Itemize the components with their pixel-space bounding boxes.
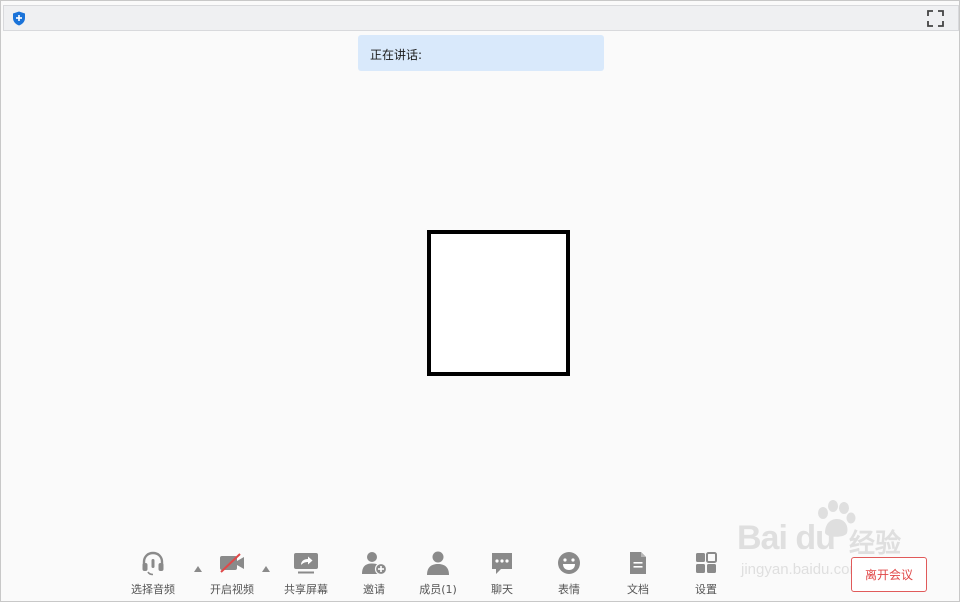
emoji-label: 表情 xyxy=(558,583,580,596)
add-user-icon xyxy=(362,552,387,576)
leave-meeting-button[interactable]: 离开会议 xyxy=(851,557,927,592)
settings-button[interactable]: 设置 xyxy=(686,549,726,599)
speaking-indicator: 正在讲话: xyxy=(358,35,604,71)
audio-options-caret-icon[interactable] xyxy=(193,565,203,573)
smile-icon xyxy=(558,552,580,574)
audio-label: 选择音频 xyxy=(131,583,175,596)
invite-label: 邀请 xyxy=(363,583,385,596)
shield-icon[interactable] xyxy=(12,11,26,26)
document-icon xyxy=(630,552,646,574)
invite-button[interactable]: 邀请 xyxy=(354,549,394,599)
paw-icon xyxy=(818,500,856,537)
share-screen-icon xyxy=(294,553,318,574)
video-label: 开启视频 xyxy=(210,583,254,596)
share-screen-button[interactable]: 共享屏幕 xyxy=(280,549,332,599)
chat-label: 聊天 xyxy=(491,583,513,596)
video-button[interactable]: 开启视频 xyxy=(206,549,258,599)
video-placeholder xyxy=(427,230,570,376)
docs-button[interactable]: 文档 xyxy=(618,549,658,599)
video-options-caret-icon[interactable] xyxy=(261,565,271,573)
grid-icon xyxy=(696,552,717,573)
audio-button[interactable]: 选择音频 xyxy=(127,549,179,599)
members-label: 成员(1) xyxy=(419,583,457,596)
docs-label: 文档 xyxy=(627,583,649,596)
share-screen-label: 共享屏幕 xyxy=(284,583,328,596)
headset-icon xyxy=(142,551,164,576)
chat-button[interactable]: 聊天 xyxy=(482,549,522,599)
speaking-label: 正在讲话: xyxy=(370,48,423,62)
video-off-icon xyxy=(220,553,244,573)
settings-label: 设置 xyxy=(695,583,717,596)
fullscreen-icon[interactable] xyxy=(927,10,944,27)
meeting-toolbar: 选择音频 开启视频 共享屏幕 邀请 成员(1) 聊天 表情 文档 设置 xyxy=(1,549,960,602)
meeting-window: 正在讲话: 选择音频 开启视频 共享屏幕 邀请 成员(1) 聊天 表情 文档 设… xyxy=(0,0,960,602)
chat-icon xyxy=(492,553,512,574)
members-button[interactable]: 成员(1) xyxy=(415,549,461,599)
user-icon xyxy=(427,551,449,575)
emoji-button[interactable]: 表情 xyxy=(549,549,589,599)
title-bar xyxy=(3,5,959,31)
